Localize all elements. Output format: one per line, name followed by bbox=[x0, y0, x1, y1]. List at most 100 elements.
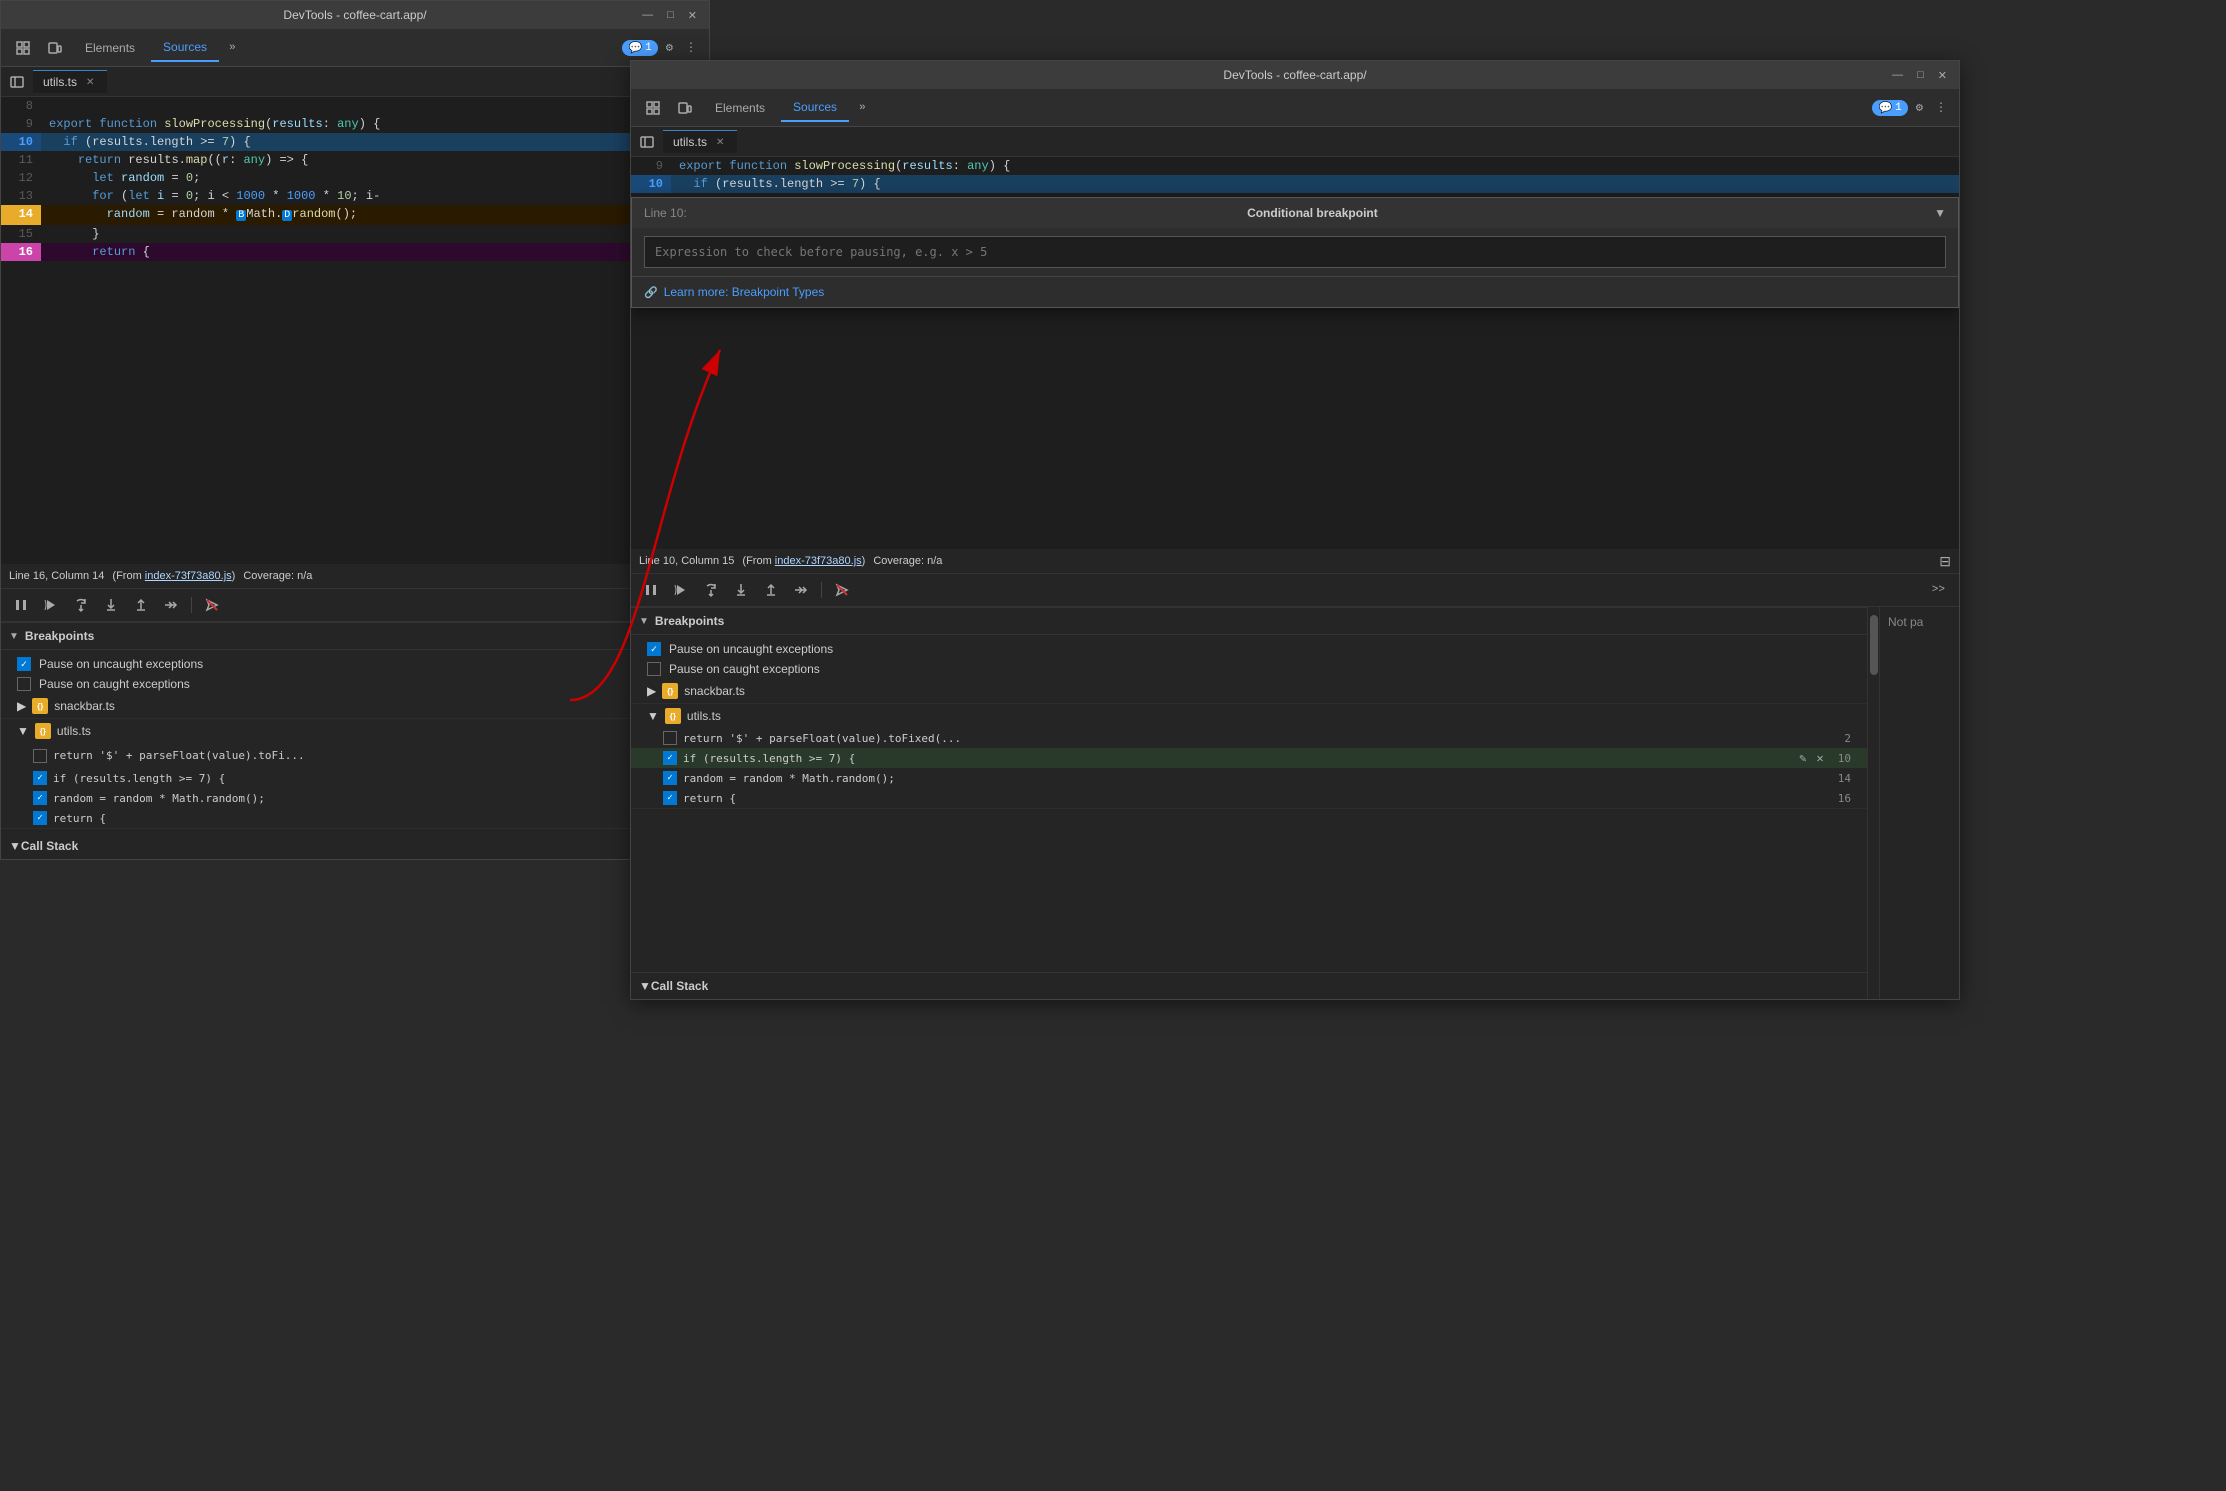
right-sidebar-toggle-btn[interactable] bbox=[635, 130, 659, 154]
left-bp-item-2[interactable]: if (results.length >= 7) { 10 bbox=[1, 768, 709, 788]
right-bp-item-4[interactable]: return { 16 bbox=[631, 788, 1867, 808]
left-bp-item-1[interactable]: return '$' + parseFloat(value).toFi... 2… bbox=[1, 743, 709, 768]
left-utils-icon: {} bbox=[35, 723, 51, 739]
pause-caught-option[interactable]: Pause on caught exceptions bbox=[1, 674, 709, 694]
right-file-tab-utils[interactable]: utils.ts ✕ bbox=[663, 130, 737, 153]
right-callstack-title: Call Stack bbox=[651, 979, 708, 993]
right-bp-checkbox-4[interactable] bbox=[663, 791, 677, 805]
right-tab-sources[interactable]: Sources bbox=[781, 94, 849, 122]
right-device-icon[interactable] bbox=[671, 94, 699, 122]
tab-more[interactable]: » bbox=[223, 38, 242, 58]
right-bp-delete-2[interactable]: ✕ bbox=[1817, 751, 1824, 765]
right-resume-btn[interactable] bbox=[669, 578, 693, 602]
right-step-over-btn[interactable] bbox=[699, 578, 723, 602]
left-bp-checkbox-4[interactable] bbox=[33, 811, 47, 825]
step-btn[interactable] bbox=[159, 593, 183, 617]
right-titlebar: DevTools - coffee-cart.app/ — □ ✕ bbox=[631, 61, 1959, 89]
right-utils-header[interactable]: ▼ {} utils.ts bbox=[631, 704, 1867, 728]
right-debug-more[interactable]: >> bbox=[1926, 580, 1951, 600]
left-utils-arrow: ▼ bbox=[17, 724, 29, 738]
cond-bp-dropdown-arrow[interactable]: ▼ bbox=[1934, 206, 1946, 220]
left-bp-code-4: return { bbox=[53, 812, 106, 825]
right-maximize-btn[interactable]: □ bbox=[1913, 67, 1928, 83]
right-tab-elements[interactable]: Elements bbox=[703, 95, 777, 121]
right-breakpoints-header[interactable]: ▼ Breakpoints bbox=[631, 608, 1867, 635]
right-deactivate-btn[interactable] bbox=[830, 578, 854, 602]
left-snackbar-arrow: ▶ bbox=[17, 699, 26, 713]
cond-bp-expression-input[interactable] bbox=[644, 236, 1946, 268]
right-bp-checkbox-1[interactable] bbox=[663, 731, 677, 745]
right-settings-icon[interactable]: ⚙ bbox=[1912, 96, 1927, 119]
right-pause-caught-option[interactable]: Pause on caught exceptions bbox=[631, 659, 1867, 679]
pause-btn[interactable] bbox=[9, 593, 33, 617]
sidebar-toggle-btn[interactable] bbox=[5, 70, 29, 94]
step-into-btn[interactable] bbox=[99, 593, 123, 617]
right-step-btn[interactable] bbox=[789, 578, 813, 602]
pause-caught-label: Pause on caught exceptions bbox=[39, 677, 190, 691]
left-bp-item-3[interactable]: random = random * Math.random(); 14 bbox=[1, 788, 709, 808]
right-scrollbar[interactable] bbox=[1867, 607, 1879, 999]
right-close-btn[interactable]: ✕ bbox=[1934, 67, 1951, 84]
right-tab-more[interactable]: » bbox=[853, 98, 872, 118]
step-out-btn[interactable] bbox=[129, 593, 153, 617]
cond-bp-learn-more-link[interactable]: 🔗 Learn more: Breakpoint Types bbox=[644, 285, 1946, 299]
right-console-drawer-icon[interactable]: ⊟ bbox=[1939, 553, 1951, 570]
right-inspect-icon[interactable] bbox=[639, 94, 667, 122]
tab-sources[interactable]: Sources bbox=[151, 34, 219, 62]
resume-btn[interactable] bbox=[39, 593, 63, 617]
left-callstack-header[interactable]: ▼ Call Stack bbox=[1, 833, 709, 859]
right-bp-item-1[interactable]: return '$' + parseFloat(value).toFixed(.… bbox=[631, 728, 1867, 748]
tab-elements[interactable]: Elements bbox=[73, 35, 147, 61]
left-utils-header[interactable]: ▼ {} utils.ts bbox=[1, 719, 709, 743]
left-status-file-link[interactable]: index-73f73a80.js bbox=[145, 570, 232, 582]
left-bp-item-4[interactable]: return { 16 bbox=[1, 808, 709, 828]
device-icon[interactable] bbox=[41, 34, 69, 62]
right-bp-item-2[interactable]: if (results.length >= 7) { ✎ ✕ 10 bbox=[631, 748, 1867, 768]
scrollbar-thumb[interactable] bbox=[1870, 615, 1878, 675]
left-status-coverage: Coverage: n/a bbox=[243, 570, 312, 582]
code-line-14: 14 random = random * BMath.Drandom(); bbox=[1, 205, 709, 225]
right-pause-uncaught-checkbox[interactable] bbox=[647, 642, 661, 656]
right-snackbar-header[interactable]: ▶ {} snackbar.ts bbox=[631, 679, 1867, 703]
cond-bp-header: Line 10: Conditional breakpoint ▼ bbox=[632, 198, 1958, 228]
left-file-tab-utils[interactable]: utils.ts ✕ bbox=[33, 70, 107, 93]
right-bp-item-3[interactable]: random = random * Math.random(); 14 bbox=[631, 768, 1867, 788]
right-bp-checkbox-3[interactable] bbox=[663, 771, 677, 785]
right-pause-caught-label: Pause on caught exceptions bbox=[669, 662, 820, 676]
right-callstack-header[interactable]: ▼ Call Stack bbox=[631, 972, 1867, 999]
left-file-tab-close[interactable]: ✕ bbox=[83, 76, 97, 89]
maximize-btn[interactable]: □ bbox=[663, 7, 678, 23]
right-pause-uncaught-option[interactable]: Pause on uncaught exceptions bbox=[631, 639, 1867, 659]
right-bp-edit-2[interactable]: ✎ bbox=[1799, 751, 1806, 765]
right-debug-toolbar: >> bbox=[631, 573, 1959, 607]
cond-bp-link-area: 🔗 Learn more: Breakpoint Types bbox=[632, 276, 1958, 307]
deactivate-btn[interactable] bbox=[200, 593, 224, 617]
right-pause-btn[interactable] bbox=[639, 578, 663, 602]
minimize-btn[interactable]: — bbox=[638, 7, 657, 23]
right-more-options-icon[interactable]: ⋮ bbox=[1931, 96, 1951, 119]
right-bp-line-1: 2 bbox=[1844, 732, 1851, 745]
left-bp-checkbox-1[interactable] bbox=[33, 749, 47, 763]
left-snackbar-header[interactable]: ▶ {} snackbar.ts bbox=[1, 694, 709, 718]
pause-caught-checkbox[interactable] bbox=[17, 677, 31, 691]
right-step-into-btn[interactable] bbox=[729, 578, 753, 602]
left-bp-checkbox-3[interactable] bbox=[33, 791, 47, 805]
step-over-btn[interactable] bbox=[69, 593, 93, 617]
more-options-icon[interactable]: ⋮ bbox=[681, 36, 701, 59]
right-bp-checkbox-2[interactable] bbox=[663, 751, 677, 765]
right-minimize-btn[interactable]: — bbox=[1888, 67, 1907, 83]
right-pause-caught-checkbox[interactable] bbox=[647, 662, 661, 676]
right-status-file-link[interactable]: index-73f73a80.js bbox=[775, 555, 862, 567]
settings-icon[interactable]: ⚙ bbox=[662, 36, 677, 59]
left-bp-checkbox-2[interactable] bbox=[33, 771, 47, 785]
console-badge[interactable]: 💬 1 bbox=[622, 40, 657, 56]
inspect-icon[interactable] bbox=[9, 34, 37, 62]
close-btn[interactable]: ✕ bbox=[684, 7, 701, 24]
pause-uncaught-option[interactable]: Pause on uncaught exceptions bbox=[1, 654, 709, 674]
right-bp-code-4: return { bbox=[683, 792, 736, 805]
left-breakpoints-header[interactable]: ▼ Breakpoints bbox=[1, 623, 709, 650]
right-console-badge[interactable]: 💬 1 bbox=[1872, 100, 1907, 116]
right-step-out-btn[interactable] bbox=[759, 578, 783, 602]
pause-uncaught-checkbox[interactable] bbox=[17, 657, 31, 671]
right-file-tab-close[interactable]: ✕ bbox=[713, 136, 727, 149]
